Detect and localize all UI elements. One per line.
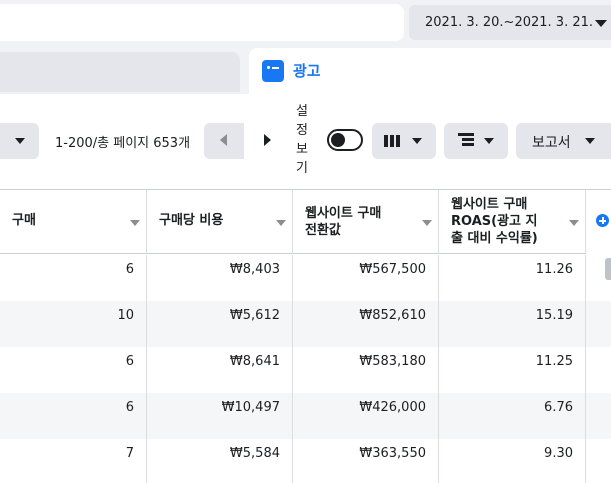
cell-purchases: 10 [0,301,147,347]
view-settings-char: 정 [296,123,308,138]
sort-caret-icon[interactable] [130,220,140,226]
cell-conversion-value: ₩567,500 [293,255,439,301]
cell-roas: 15.19 [439,301,586,347]
column-header-roas[interactable]: 웹사이트 구매 ROAS(광고 지 출 대비 수익률) [439,190,586,254]
cell-roas: 6.76 [439,393,586,439]
reports-button[interactable]: 보고서 [516,123,611,159]
column-header-label: 웹사이트 구매 ROAS(광고 지 출 대비 수익률) [451,197,538,246]
columns-button[interactable] [372,123,436,159]
add-column-icon[interactable] [596,214,609,227]
cell-cost-per-purchase: ₩8,641 [147,347,293,393]
chevron-down-icon [484,138,494,144]
edit-dropdown-button[interactable] [0,123,39,159]
chevron-down-icon [595,20,607,27]
cell-conversion-value: ₩583,180 [293,347,439,393]
date-range-label: 2021. 3. 20.~2021. 3. 21. [425,15,594,30]
table-row[interactable]: 6 ₩8,403 ₩567,500 11.26 [0,255,611,301]
data-table: 구매 구매당 비용 웹사이트 구매 전환값 웹사이트 구매 ROAS(광고 지 … [0,189,611,483]
next-page-button[interactable] [245,123,285,159]
tab-ads-label: 광고 [293,62,321,80]
search-field[interactable] [0,4,404,41]
column-header-label: 웹사이트 구매 전환값 [305,206,382,238]
cell-conversion-value: ₩426,000 [293,393,439,439]
cell-purchases: 6 [0,255,147,301]
ad-icon [262,60,284,82]
chevron-right-icon [264,134,271,146]
cell-cost-per-purchase: ₩10,497 [147,393,293,439]
sort-caret-icon[interactable] [422,220,432,226]
cell-roas: 11.25 [439,347,586,393]
column-header-purchases[interactable]: 구매 [0,190,147,254]
cell-purchases: 6 [0,347,147,393]
toggle-knob [331,133,345,147]
chevron-down-icon [412,138,422,144]
cell-conversion-value: ₩363,550 [293,439,439,483]
prev-page-button[interactable] [204,123,244,159]
column-header-conversion-value[interactable]: 웹사이트 구매 전환값 [293,190,439,254]
cell-cost-per-purchase: ₩5,584 [147,439,293,483]
breakdown-button[interactable] [444,123,508,159]
cell-roas: 11.26 [439,255,586,301]
cell-purchases: 6 [0,393,147,439]
table-row[interactable]: 6 ₩8,641 ₩583,180 11.25 [0,347,611,393]
cell-purchases: 7 [0,439,147,483]
view-settings-char: 기 [296,161,308,176]
chevron-left-icon [220,134,227,146]
view-settings-char: 설 [296,104,308,119]
table-row[interactable]: 10 ₩5,612 ₩852,610 15.19 [0,301,611,347]
columns-icon [384,135,400,147]
table-row[interactable]: 6 ₩10,497 ₩426,000 6.76 [0,393,611,439]
sort-caret-icon[interactable] [276,220,286,226]
view-settings-label: 설 정 보 기 [295,102,309,178]
cell-cost-per-purchase: ₩8,403 [147,255,293,301]
chevron-down-icon [15,138,25,144]
column-header-label: 구매당 비용 [159,213,224,228]
date-range-button[interactable]: 2021. 3. 20.~2021. 3. 21. [409,5,611,40]
reports-label: 보고서 [532,135,571,151]
table-toolbar: 1-200/총 페이지 653개 설 정 보 기 보고서 [0,94,611,189]
column-header-label: 구매 [12,213,36,228]
sort-caret-icon[interactable] [569,220,579,226]
table-row[interactable]: 7 ₩5,584 ₩363,550 9.30 [0,439,611,483]
pagination-text: 1-200/총 페이지 653개 [55,136,191,151]
chevron-down-icon [585,138,595,144]
column-header-cost-per-purchase[interactable]: 구매당 비용 [147,190,293,254]
cell-roas: 9.30 [439,439,586,483]
view-settings-char: 보 [296,142,308,157]
cell-conversion-value: ₩852,610 [293,301,439,347]
breakdown-icon [458,133,474,147]
view-settings-toggle[interactable] [327,129,363,151]
tab-ads[interactable]: 광고 [249,48,611,94]
cell-cost-per-purchase: ₩5,612 [147,301,293,347]
tab-ad-sets[interactable] [0,52,240,92]
